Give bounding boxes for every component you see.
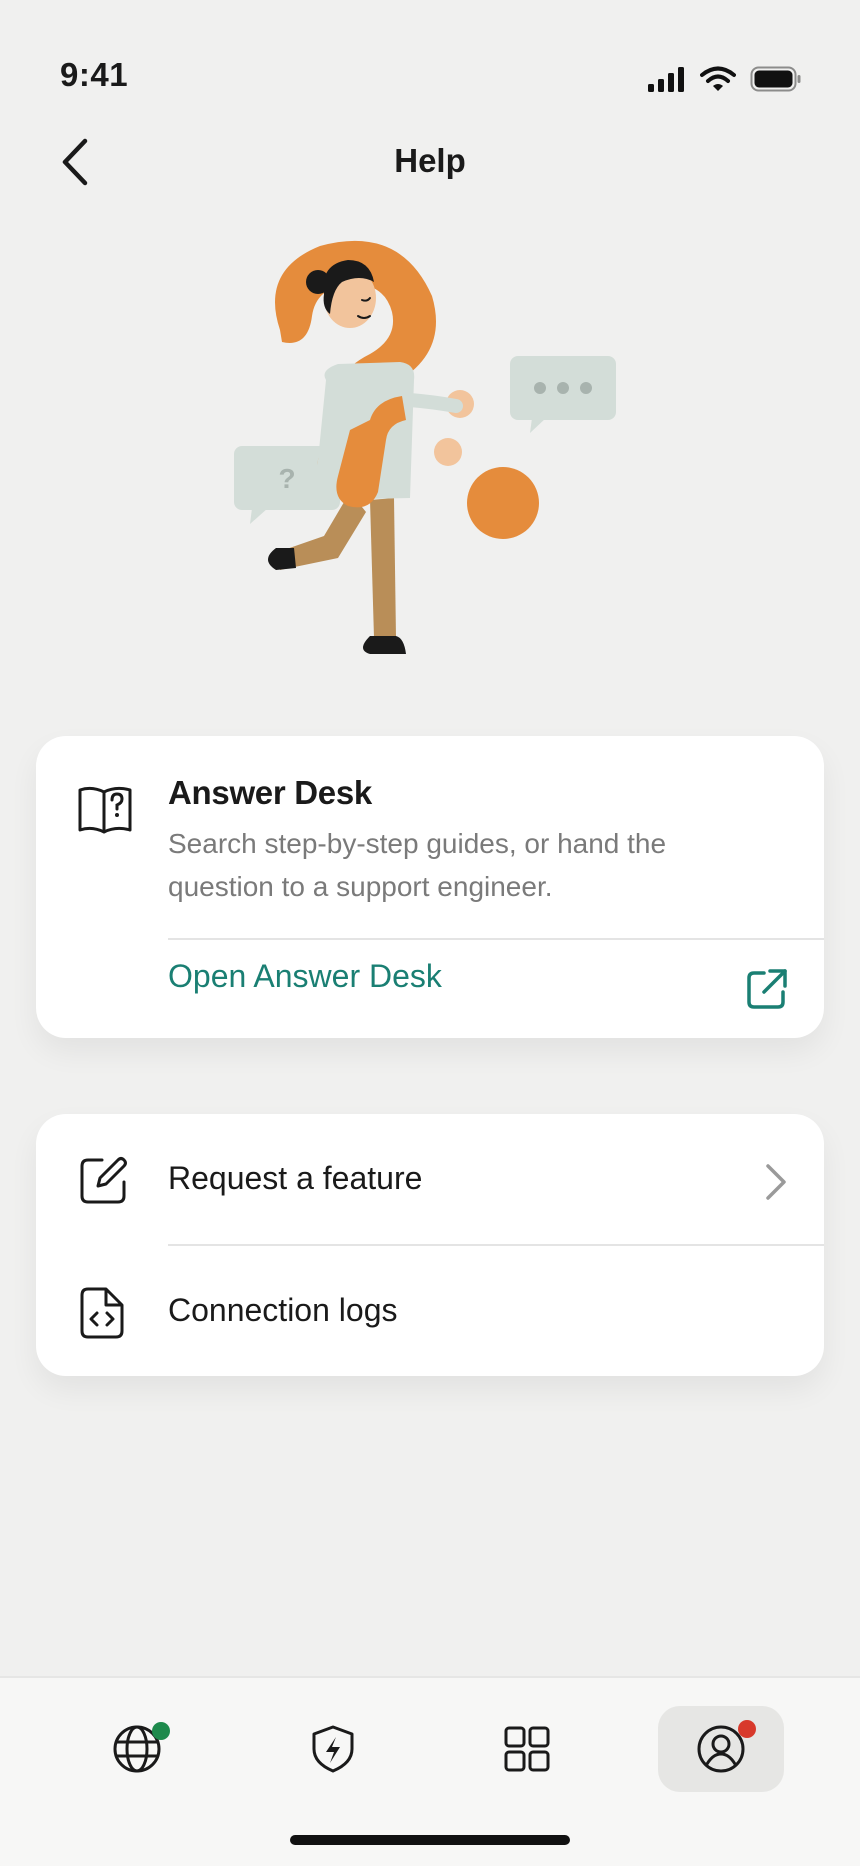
chevron-right-icon [766, 1164, 786, 1200]
battery-icon [750, 66, 801, 92]
shield-bolt-icon [312, 1725, 354, 1773]
answer-desk-description: Search step-by-step guides, or hand the … [168, 828, 667, 902]
help-options-list: Request a feature Connection logs [36, 1114, 824, 1376]
status-bar: 9:41 [0, 0, 860, 140]
status-dot [152, 1722, 170, 1740]
status-time: 9:41 [60, 56, 129, 93]
ellipsis-bubble-illustration [510, 356, 616, 433]
notification-badge [738, 1720, 756, 1738]
wifi-icon [700, 66, 736, 91]
page-title: Help [394, 142, 466, 179]
cellular-signal-icon [648, 67, 684, 92]
connection-logs-row[interactable]: Connection logs [36, 1246, 824, 1376]
grid-icon [504, 1726, 550, 1772]
book-question-icon [78, 786, 132, 834]
help-illustration: ? [234, 240, 616, 654]
connection-logs-label: Connection logs [168, 1292, 398, 1328]
status-icons [648, 66, 802, 92]
bubble-question-mark: ? [278, 463, 295, 494]
answer-desk-card: Answer Desk Search step-by-step guides, … [36, 736, 824, 1038]
tab-locations[interactable] [74, 1706, 200, 1792]
external-link-icon[interactable] [746, 968, 788, 1010]
request-feature-row[interactable]: Request a feature [36, 1114, 824, 1246]
tab-account[interactable] [658, 1706, 784, 1792]
tab-apps[interactable] [464, 1706, 590, 1792]
tab-protection[interactable] [270, 1706, 396, 1792]
request-feature-label: Request a feature [168, 1160, 423, 1196]
answer-desk-title: Answer Desk [168, 774, 372, 811]
divider [168, 938, 824, 940]
file-code-icon [80, 1287, 124, 1339]
open-answer-desk-link[interactable]: Open Answer Desk [168, 958, 442, 995]
home-indicator [290, 1835, 570, 1845]
edit-icon [80, 1157, 127, 1204]
navigation-bar: Help [0, 120, 860, 200]
